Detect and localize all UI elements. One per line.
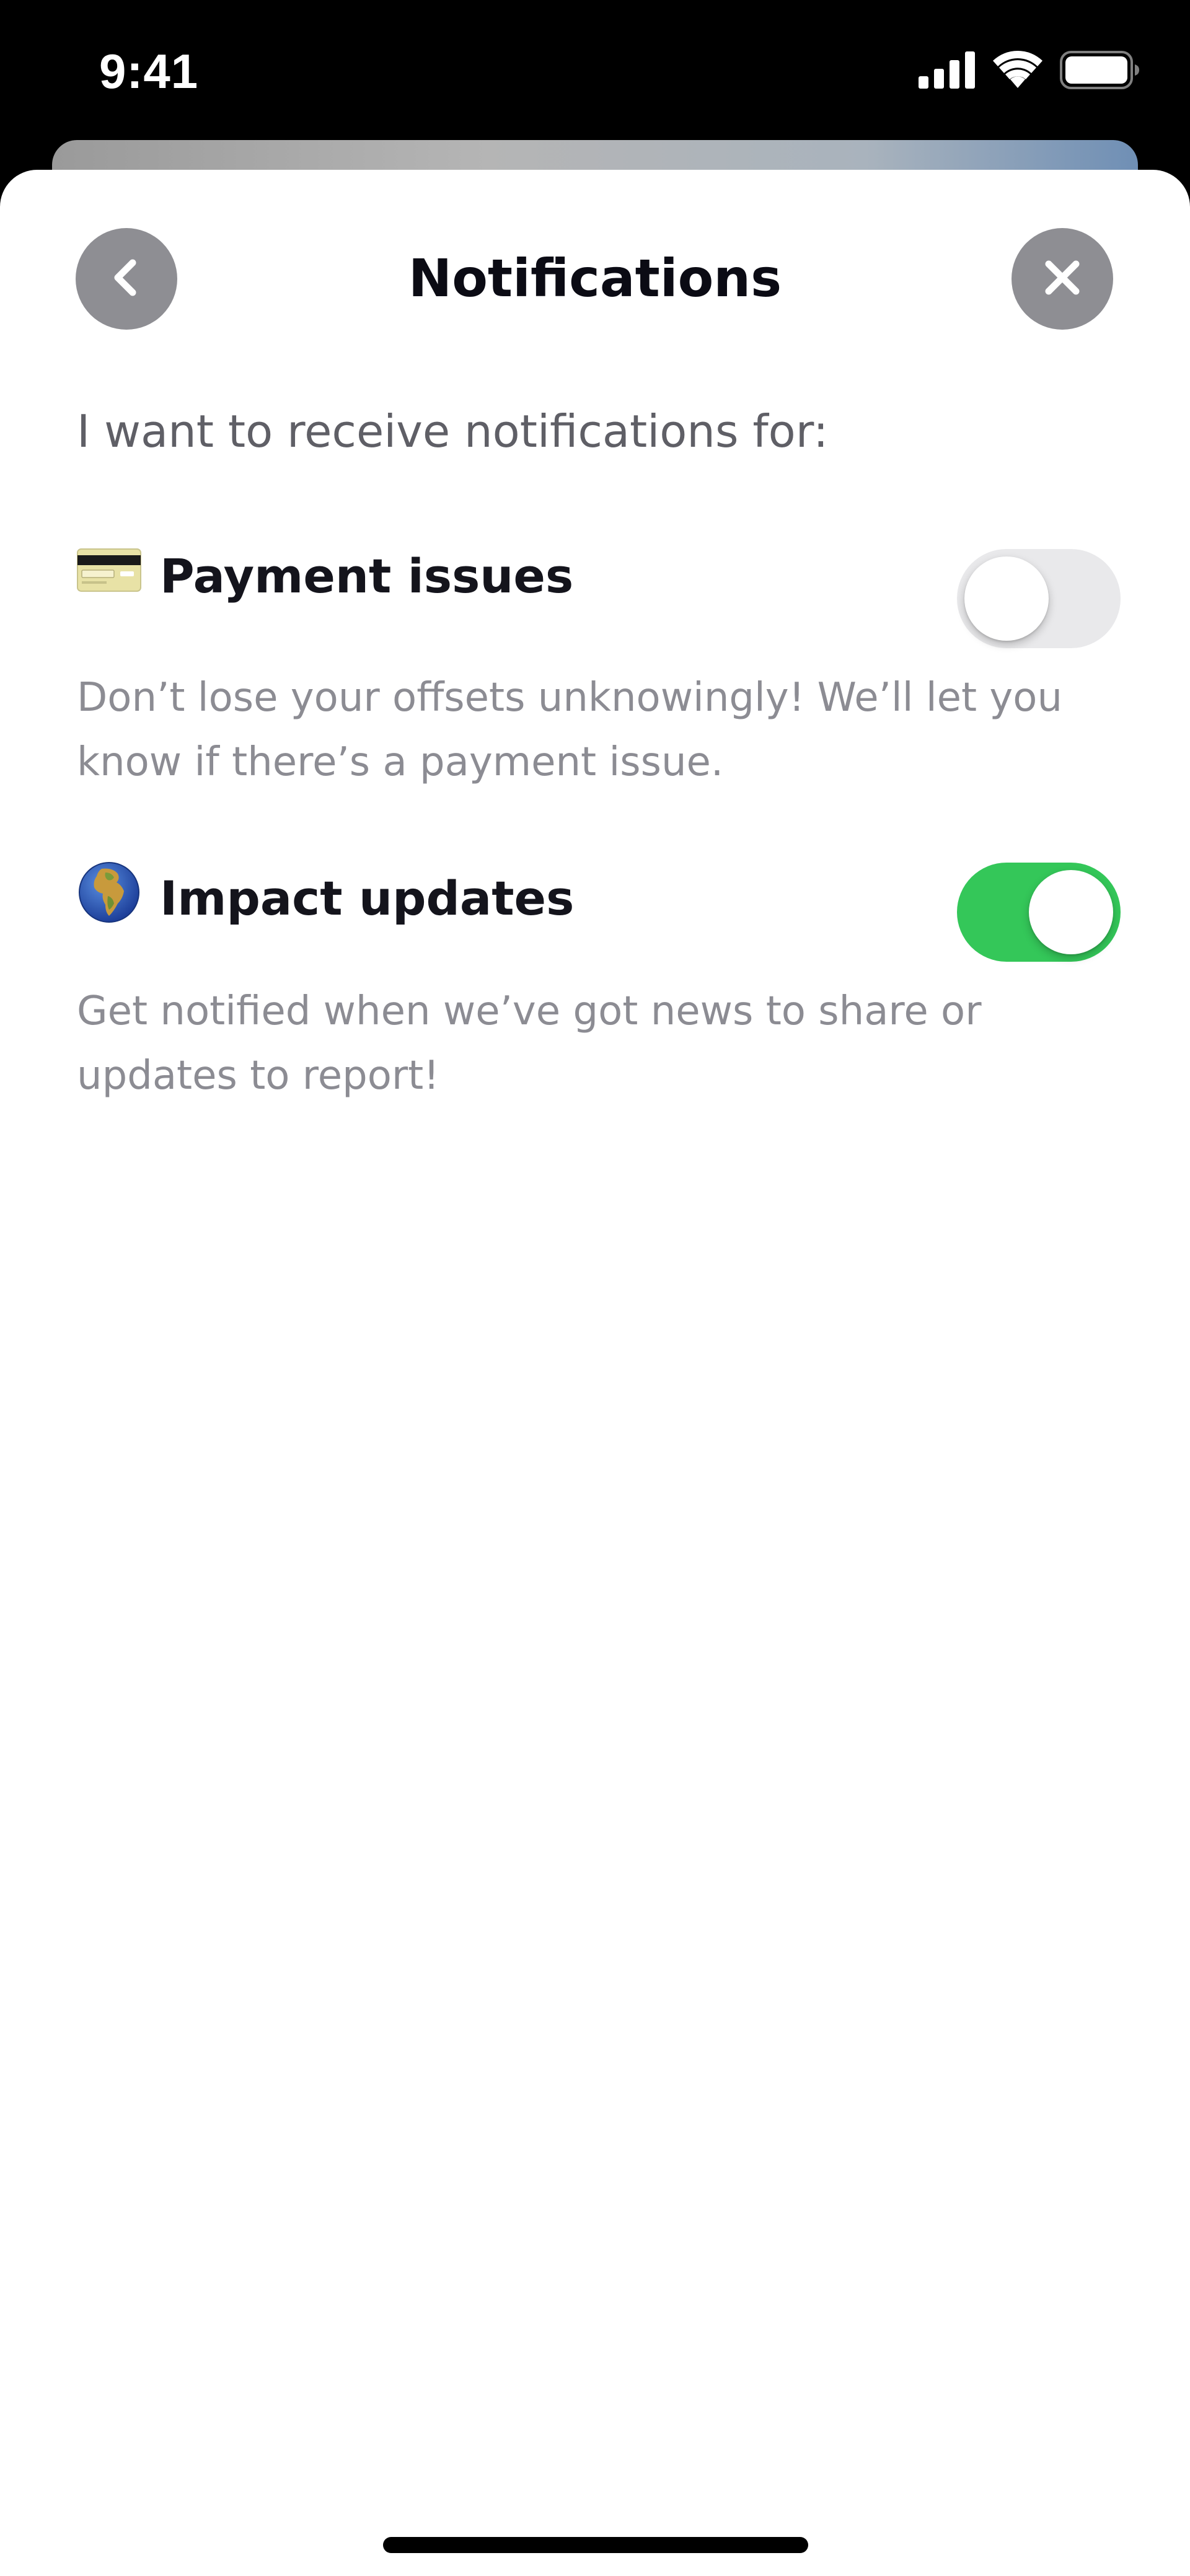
impact-updates-toggle[interactable] — [957, 863, 1121, 962]
status-icons — [919, 51, 1140, 92]
setting-label: Payment issues — [160, 548, 574, 604]
status-time: 9:41 — [99, 44, 199, 99]
payment-issues-toggle[interactable] — [957, 549, 1121, 648]
close-button[interactable] — [1011, 228, 1113, 330]
battery-icon — [1060, 51, 1140, 92]
setting-title-payment-issues: Payment issues — [77, 548, 573, 604]
intro-text: I want to receive notifications for: — [77, 405, 829, 457]
setting-description-impact-updates: Get notified when we’ve got news to shar… — [77, 988, 982, 1099]
status-bar: 9:41 — [0, 0, 1190, 143]
cellular-signal-icon — [919, 51, 976, 92]
close-icon — [1038, 253, 1087, 306]
toggle-knob — [964, 556, 1049, 641]
globe-africa-icon — [77, 860, 141, 936]
setting-label: Impact updates — [160, 870, 575, 926]
notifications-sheet: Notifications I want to receive notifica… — [0, 170, 1190, 2576]
setting-title-impact-updates: Impact updates — [77, 860, 574, 936]
wifi-icon — [992, 51, 1044, 92]
home-indicator[interactable] — [383, 2537, 808, 2553]
setting-description-payment-issues: Don’t lose your offsets unknowingly! We’… — [77, 675, 1062, 785]
screen: 9:41 Notifications I want to receive not… — [0, 0, 1190, 2576]
toggle-knob — [1029, 870, 1113, 954]
credit-card-icon — [77, 548, 141, 604]
